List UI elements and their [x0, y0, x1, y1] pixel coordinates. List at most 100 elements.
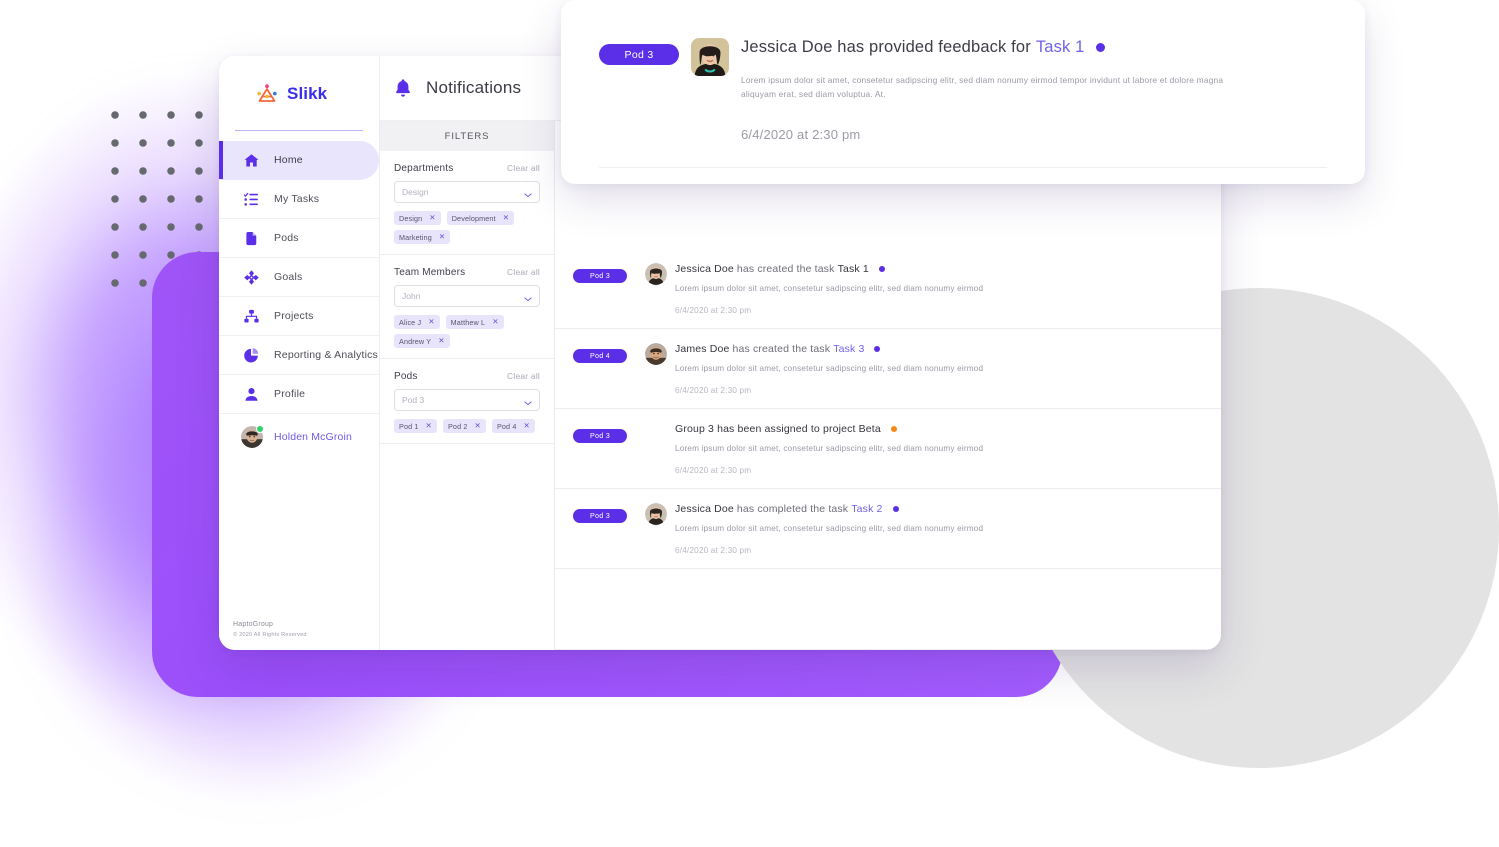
notification-description: Lorem ipsum dolor sit amet, consetetur s… [675, 364, 984, 373]
sidebar-item-home[interactable]: Home [219, 141, 379, 180]
notification-target[interactable]: Task 3 [833, 343, 864, 355]
filter-chip[interactable]: Pod 1 ✕ [394, 419, 437, 433]
filter-chip[interactable]: Pod 4 ✕ [491, 419, 535, 433]
team-members-select[interactable]: John [394, 285, 540, 307]
filters-header: FILTERS [380, 121, 554, 151]
sidebar-item-profile[interactable]: Profile [219, 375, 379, 414]
sidebar-item-label: Profile [274, 388, 306, 400]
clear-all-button[interactable]: Clear all [507, 163, 540, 173]
avatar-james [645, 343, 667, 365]
notification-list: Pod 3 Jessica Doe has created the task T… [555, 121, 1221, 650]
page-title: Notifications [426, 78, 522, 97]
close-icon[interactable]: ✕ [475, 422, 481, 430]
notification-title: James Doe has created the task Task 3 [675, 343, 1203, 355]
notification-target[interactable]: Task 1 [1036, 38, 1085, 57]
close-icon[interactable]: ✕ [438, 337, 444, 345]
notification-description: Lorem ipsum dolor sit amet, consetetur s… [675, 444, 984, 453]
filter-chip[interactable]: Pod 2 ✕ [442, 419, 486, 433]
sidebar-nav: Home My Tasks Pods Goals Projects Report… [219, 141, 379, 460]
chevron-down-icon [524, 398, 532, 405]
notification-timestamp: 6/4/2020 at 2:30 pm [675, 466, 752, 475]
pod-badge-cell: Pod 3 [573, 263, 645, 283]
pods-chips: Pod 1 ✕ Pod 2 ✕ Pod 4 ✕ [394, 419, 540, 433]
notification-content: Jessica Doe has created the task Task 1 … [675, 263, 1203, 315]
pods-icon [243, 230, 260, 247]
notification-description: Lorem ipsum dolor sit amet, consetetur s… [675, 284, 984, 293]
close-icon[interactable]: ✕ [503, 214, 509, 222]
sidebar-user[interactable]: Holden McGroin [219, 414, 379, 460]
sidebar-item-pods[interactable]: Pods [219, 219, 379, 258]
slikk-logo-icon [255, 83, 279, 105]
close-icon[interactable]: ✕ [492, 318, 498, 326]
clear-all-button[interactable]: Clear all [507, 267, 540, 277]
notification-actor: James Doe [675, 343, 730, 355]
select-value: Design [402, 187, 429, 197]
avatar-cell [645, 343, 675, 365]
sidebar-item-label: Home [274, 154, 303, 166]
filter-chip[interactable]: Andrew Y ✕ [394, 334, 450, 348]
pod-badge: Pod 4 [573, 348, 627, 363]
notification-description: Lorem ipsum dolor sit amet, consetetur s… [675, 524, 984, 533]
close-icon[interactable]: ✕ [429, 214, 435, 222]
departments-select[interactable]: Design [394, 181, 540, 203]
sidebar-item-goals[interactable]: Goals [219, 258, 379, 297]
filter-chip[interactable]: Design ✕ [394, 211, 441, 225]
chip-label: Design [399, 213, 423, 223]
sidebar-item-my-tasks[interactable]: My Tasks [219, 180, 379, 219]
notification-actor: Jessica Doe [675, 263, 734, 275]
sidebar-item-projects[interactable]: Projects [219, 297, 379, 336]
brand-name: Slikk [287, 84, 328, 103]
clear-all-button[interactable]: Clear all [507, 371, 540, 381]
notification-target[interactable]: Task 2 [851, 503, 882, 515]
notification-timestamp: 6/4/2020 at 2:30 pm [675, 386, 752, 395]
pod-badge-cell: Pod 3 [573, 423, 645, 443]
notification-timestamp: 6/4/2020 at 2:30 pm [675, 306, 752, 315]
pod-badge: Pod 3 [573, 268, 627, 283]
notification-row[interactable]: Pod 3 [555, 249, 1221, 329]
chip-label: Andrew Y [399, 336, 432, 346]
filter-chip[interactable]: Development ✕ [446, 211, 515, 225]
floating-card-row: Pod 3 Jessica Doe has provided feedback … [561, 0, 1365, 142]
avatar [241, 425, 264, 448]
brand-divider [235, 130, 363, 131]
floating-card-divider [599, 167, 1327, 168]
close-icon[interactable]: ✕ [439, 233, 445, 241]
notification-actor: Jessica Doe [741, 38, 833, 56]
close-icon[interactable]: ✕ [428, 318, 434, 326]
filter-chip[interactable]: Alice J ✕ [394, 315, 440, 329]
notification-row[interactable]: Pod 4 James Doe has created the task Tas… [555, 329, 1221, 409]
pods-select[interactable]: Pod 3 [394, 389, 540, 411]
notification-target[interactable]: Task 1 [838, 263, 869, 275]
notification-title: Jessica Doe has completed the task Task … [675, 503, 1203, 515]
chip-label: Pod 1 [399, 421, 419, 431]
sidebar-item-label: Pods [274, 232, 299, 244]
filter-group-header: Team Members Clear all [394, 267, 540, 278]
avatar-jessica [691, 38, 729, 76]
sidebar: Slikk Home My Tasks Pods Goals Projects … [219, 56, 380, 650]
close-icon[interactable]: ✕ [524, 422, 530, 430]
floating-card-timestamp: 6/4/2020 at 2:30 pm [741, 127, 861, 142]
status-dot [874, 346, 881, 352]
pod-badge: Pod 3 [573, 508, 627, 523]
floating-notification-card[interactable]: Pod 3 Jessica Doe has provided feedback … [561, 0, 1365, 184]
pod-badge: Pod 3 [599, 44, 679, 65]
notification-action: has created the task [732, 343, 831, 355]
notification-row[interactable]: Pod 3 Group 3 has been assigned to proje… [555, 409, 1221, 489]
filter-group-header: Pods Clear all [394, 371, 540, 382]
close-icon[interactable]: ✕ [426, 422, 432, 430]
notification-row[interactable]: Pod 3 [555, 489, 1221, 569]
sidebar-item-reporting-analytics[interactable]: Reporting & Analytics [219, 336, 379, 375]
chip-label: Matthew L [450, 317, 486, 327]
filters-panel: FILTERS Departments Clear all Design Des… [380, 121, 555, 650]
filter-group-title: Team Members [394, 267, 466, 278]
chevron-down-icon [524, 190, 532, 197]
notification-action: has been assigned to project Beta [717, 423, 881, 435]
filter-chip[interactable]: Matthew L ✕ [445, 315, 504, 329]
avatar-cell [645, 263, 675, 285]
sidebar-item-label: Reporting & Analytics [274, 349, 379, 361]
filter-group-header: Departments Clear all [394, 163, 540, 174]
sidebar-item-label: My Tasks [274, 193, 320, 205]
footer-company: HaptoGroup [233, 621, 274, 628]
sidebar-user-name: Holden McGroin [274, 431, 352, 443]
filter-chip[interactable]: Marketing ✕ [394, 230, 451, 244]
